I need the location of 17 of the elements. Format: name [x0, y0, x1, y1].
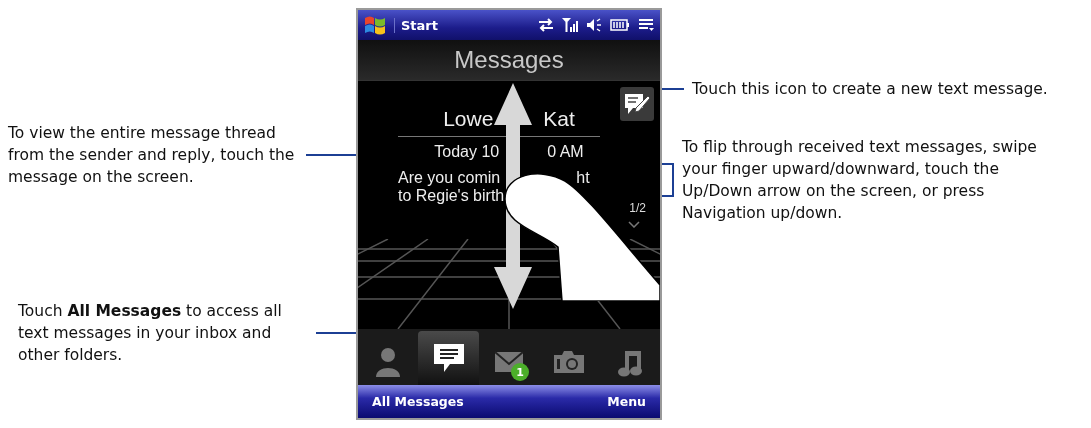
- sender-name: Lowe: [443, 107, 494, 131]
- sender-name: Kat: [543, 107, 575, 131]
- callout-text: Touch All Messages to access all text messages in your inbox and other folders.: [18, 301, 283, 366]
- menu-softkey[interactable]: Menu: [607, 394, 646, 409]
- message-time: Today 10: [434, 143, 500, 161]
- message-time: 0 AM: [547, 143, 584, 161]
- callout-text: To view the entire message thread from the sender and reply, touch the message on the screen.: [8, 123, 296, 188]
- count-badge: 1: [511, 363, 529, 381]
- callout-text: Touch this icon to create a new text message.: [692, 79, 1049, 100]
- message-text[interactable]: Are you comin: [398, 169, 501, 187]
- all-messages-softkey[interactable]: All Messages: [372, 394, 464, 409]
- callout-text: To flip through received text messages, swipe your finger upward/downward, touch the Up/Down arrow on the screen, or press Navigation up/down.: [682, 137, 1038, 224]
- page-counter: 1/2: [629, 201, 646, 215]
- message-text[interactable]: ht: [576, 169, 590, 187]
- start-label[interactable]: Start: [394, 17, 530, 33]
- message-text[interactable]: to Regie's birth: [398, 187, 505, 205]
- screen-title: Messages: [454, 46, 564, 74]
